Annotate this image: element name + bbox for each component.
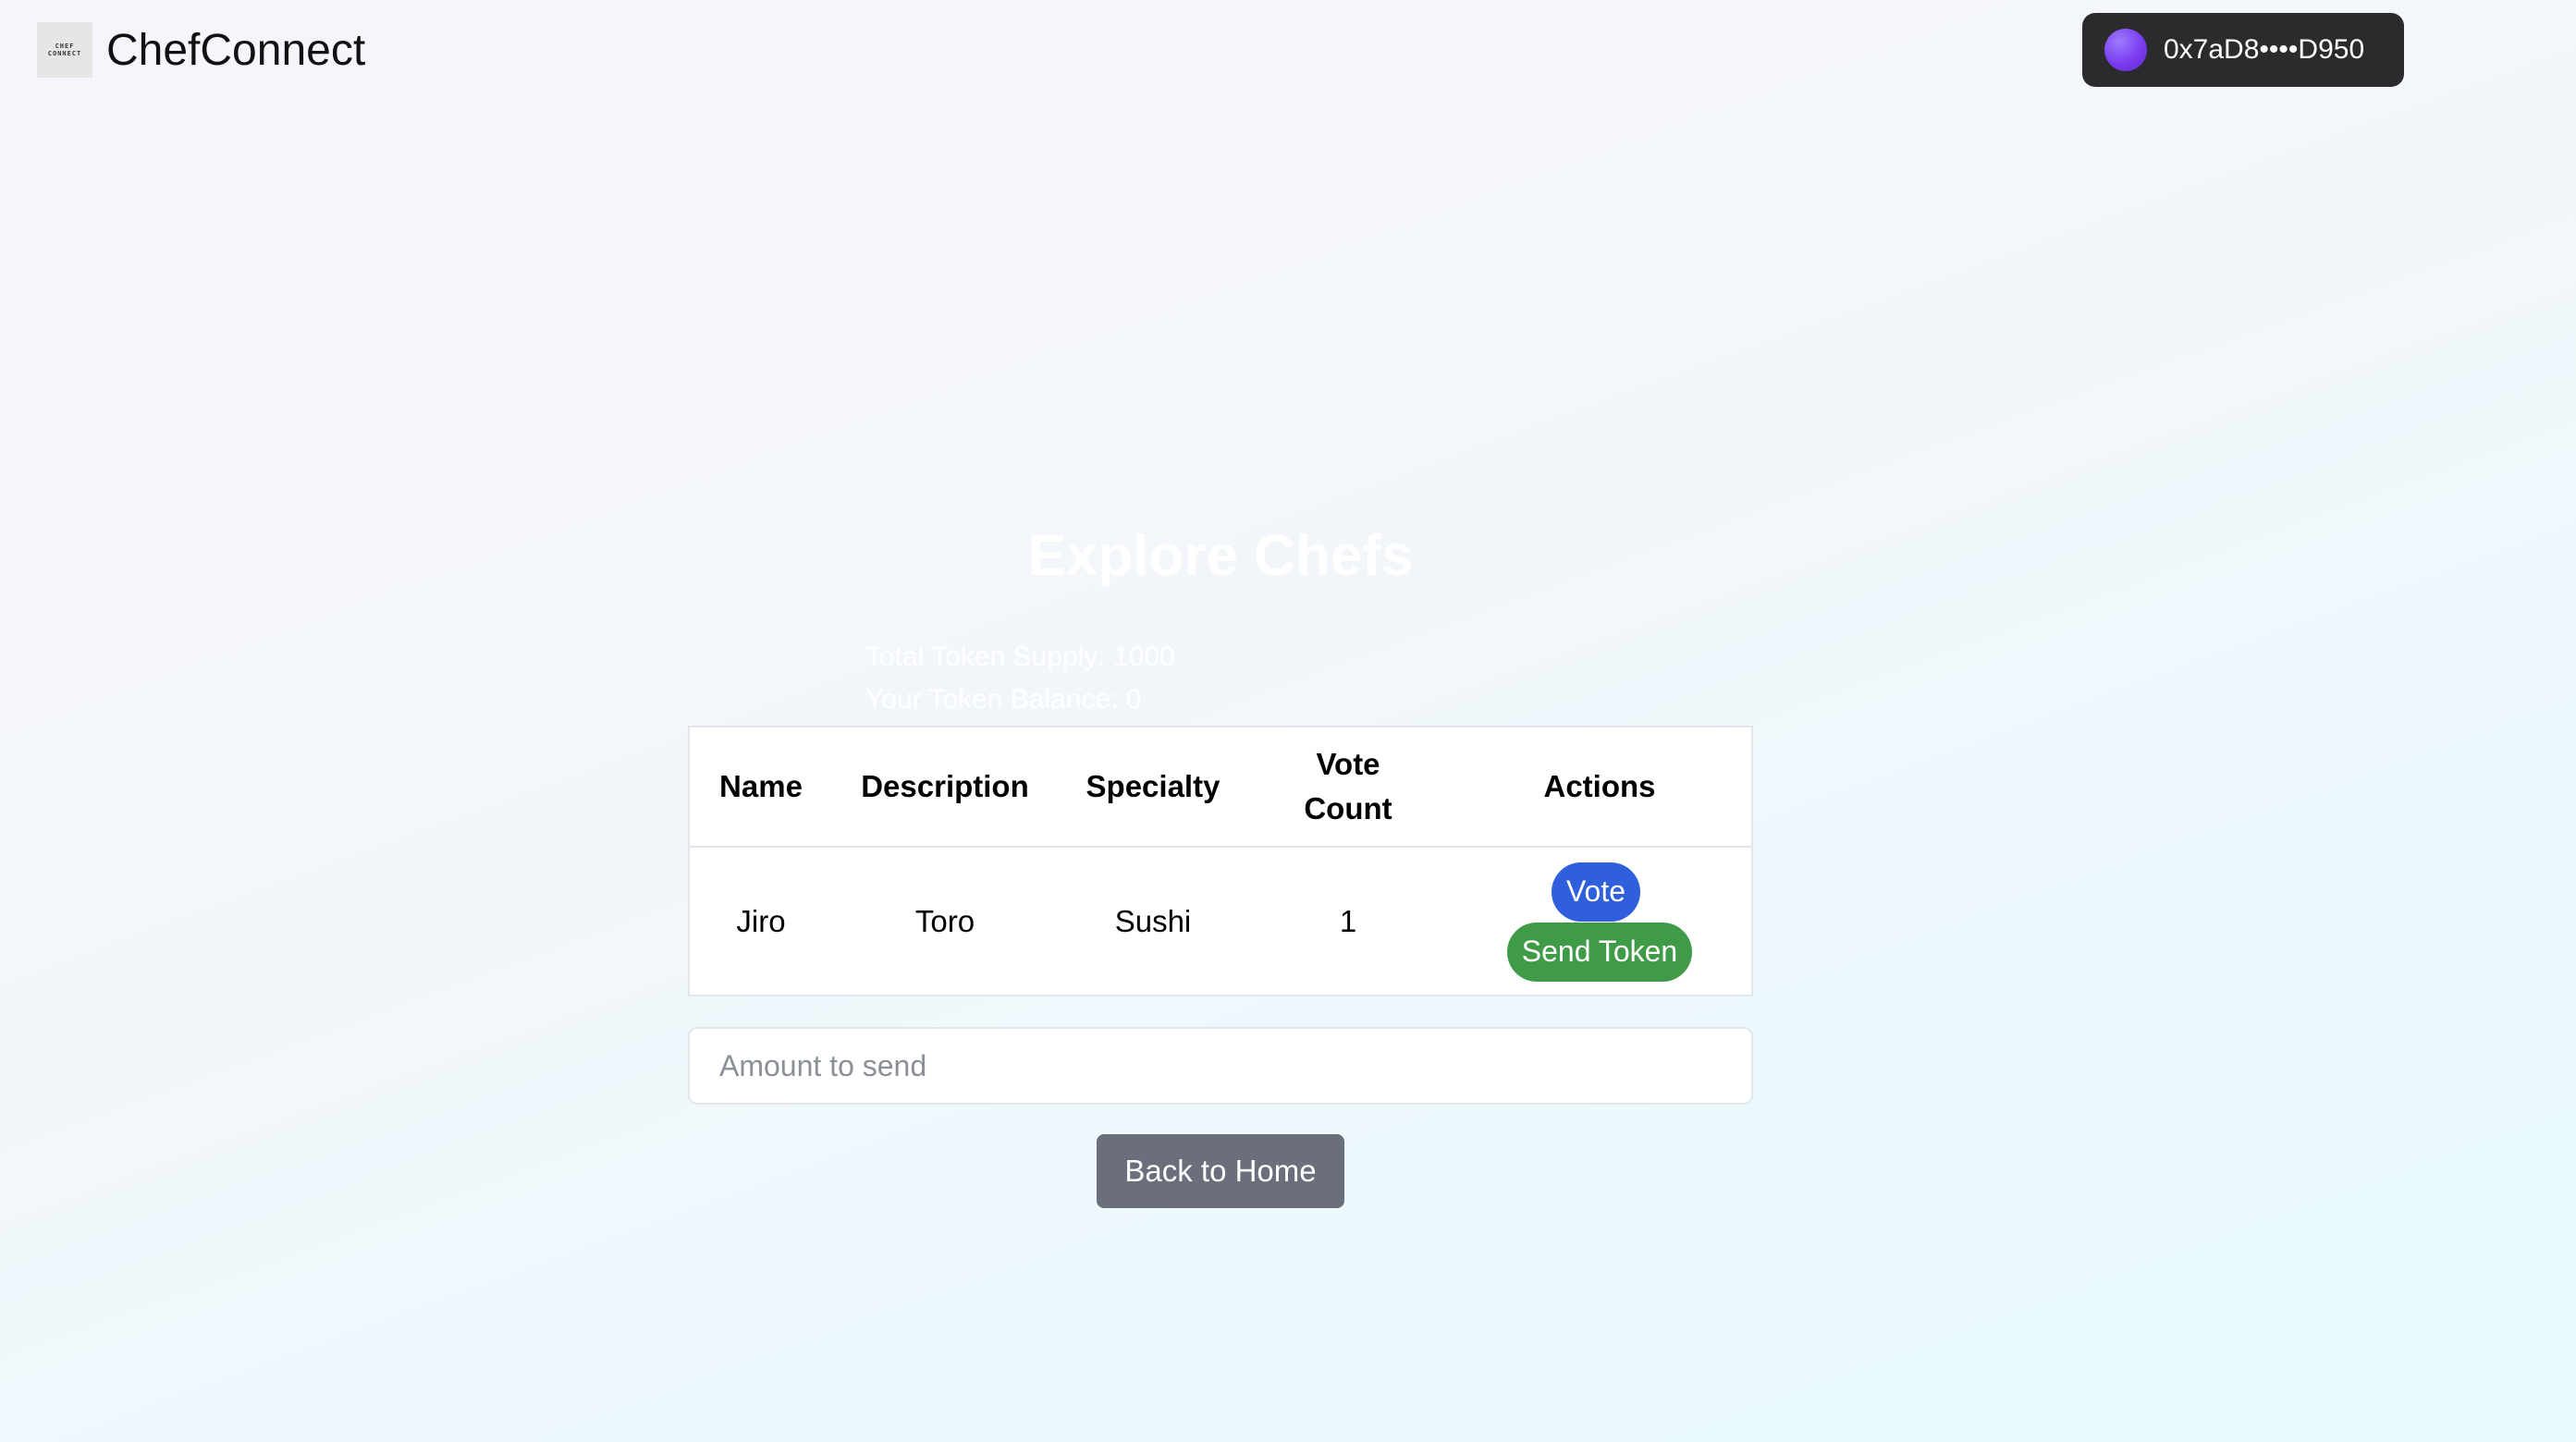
chefs-table: Name Description Specialty Vote Count Ac…	[688, 726, 1753, 996]
chef-specialty-cell: Sushi	[1114, 904, 1192, 938]
chef-actions-cell: Vote Send Token	[1448, 847, 1751, 996]
amount-to-send-input[interactable]	[688, 1027, 1753, 1105]
wallet-address: 0x7aD8••••D950	[2164, 34, 2365, 65]
navbar: CHEF CONNECT ChefConnect 0x7aD8••••D950	[0, 0, 2576, 102]
total-token-supply: Total Token Supply: 1000	[865, 642, 1175, 672]
actions-group: Vote Send Token	[1448, 862, 1751, 982]
table-header-row: Name Description Specialty Vote Count Ac…	[690, 727, 1751, 848]
page-title: Explore Chefs	[1027, 524, 1414, 588]
back-to-home-button[interactable]: Back to Home	[1097, 1134, 1344, 1208]
column-header-actions: Actions	[1448, 727, 1751, 848]
your-token-balance: Your Token Balance: 0	[865, 684, 1142, 715]
chef-name-cell: Jiro	[736, 904, 786, 938]
logo-text-line1: CHEF	[55, 43, 75, 50]
table-row: Jiro Toro Sushi 1 Vote Send Token	[690, 847, 1751, 996]
wallet-avatar-icon	[2104, 29, 2147, 71]
brand-name[interactable]: ChefConnect	[106, 22, 365, 79]
column-header-description: Description	[832, 727, 1058, 848]
column-header-vote-count: Vote Count	[1248, 727, 1448, 848]
vote-button[interactable]: Vote	[1551, 862, 1641, 922]
column-header-name: Name	[690, 727, 832, 848]
chef-vote-count-cell: 1	[1339, 904, 1357, 938]
chef-description-cell: Toro	[914, 904, 975, 938]
column-header-specialty: Specialty	[1058, 727, 1248, 848]
chefconnect-logo[interactable]: CHEF CONNECT	[37, 22, 92, 78]
wallet-button[interactable]: 0x7aD8••••D950	[2082, 13, 2404, 87]
logo-text-line2: CONNECT	[47, 50, 82, 57]
send-token-button[interactable]: Send Token	[1506, 922, 1693, 982]
